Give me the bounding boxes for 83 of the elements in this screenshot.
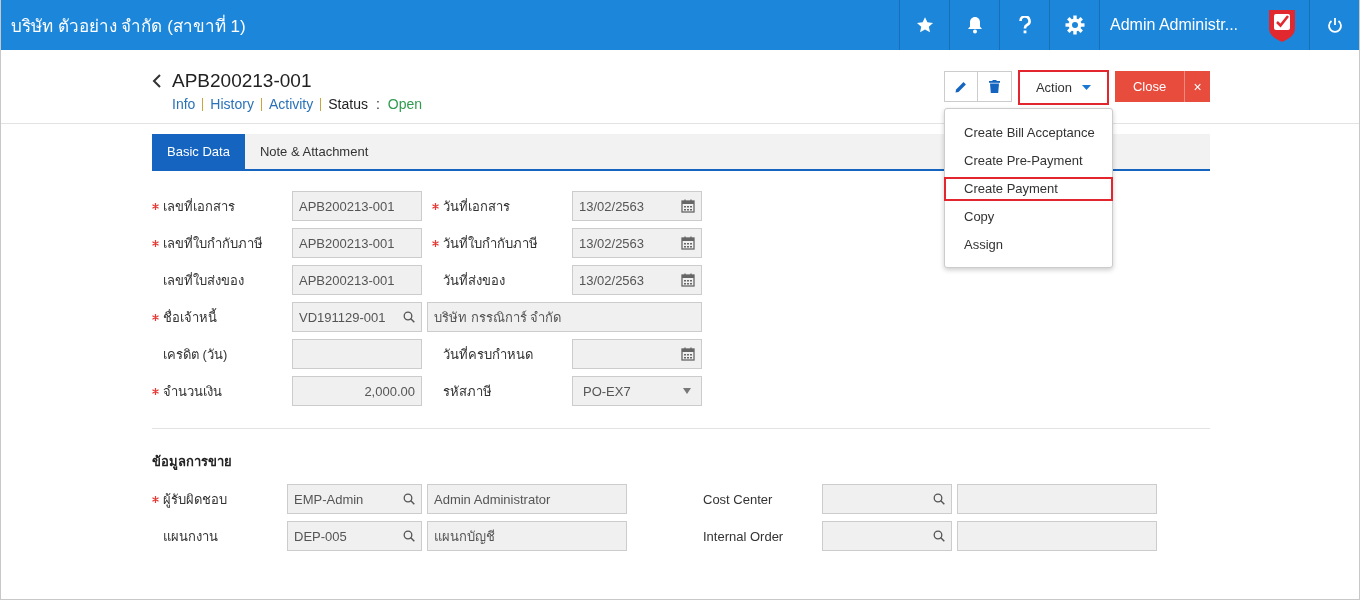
field-label: วันที่ครบกำหนด (443, 345, 533, 364)
menu-item[interactable]: Create Pre-Payment (944, 147, 1113, 175)
user-name[interactable]: Admin Administr... (1110, 16, 1239, 34)
field-label: เลขที่ใบกำกับภาษี (163, 234, 263, 253)
calendar-icon[interactable] (681, 236, 695, 250)
pencil-icon (955, 80, 967, 93)
required-icon (152, 202, 159, 210)
name-field[interactable]: บริษัท กรรณิการ์ จำกัด (427, 302, 702, 332)
field-label: วันที่เอกสาร (443, 197, 510, 216)
menu-item[interactable]: Assign (944, 231, 1113, 259)
bell-icon (966, 16, 983, 34)
field-label: Cost Center (703, 491, 773, 507)
required-icon (432, 202, 439, 210)
close-button[interactable]: Close (1115, 71, 1184, 102)
field-label: จำนวนเงิน (163, 382, 222, 401)
caret-icon (1082, 85, 1092, 90)
nav-link[interactable]: Info (172, 97, 204, 111)
field-label: ชื่อเจ้าหนี้ (163, 307, 217, 327)
text-field[interactable]: APB200213-001 (292, 265, 422, 295)
date-field[interactable] (572, 339, 702, 369)
name-field[interactable] (957, 484, 1157, 514)
back-icon[interactable] (152, 74, 162, 88)
name-field[interactable]: แผนกบัญชี (427, 521, 627, 551)
field-label: เลขที่ใบส่งของ (163, 271, 244, 290)
section-heading: ข้อมูลการขาย (152, 453, 233, 472)
status-value: Open (387, 96, 423, 112)
lookup-field[interactable]: DEP-005 (287, 521, 422, 551)
field-label: รหัสภาษี (443, 382, 492, 401)
company-title: บริษัท ตัวอย่าง จำกัด (สาขาที่ 1) (10, 13, 246, 38)
caret-icon[interactable] (683, 388, 691, 394)
tab[interactable]: Basic Data (152, 134, 245, 169)
dismiss-button[interactable]: × (1184, 71, 1210, 102)
menu-item[interactable]: Create Payment (944, 177, 1113, 201)
settings-icon (1064, 15, 1085, 35)
search-icon[interactable] (933, 493, 945, 505)
field-label: Internal Order (703, 528, 784, 544)
menu-item[interactable]: Copy (944, 203, 1113, 231)
action-button[interactable]: Action (1018, 70, 1109, 105)
date-field[interactable]: 13/02/2563 (572, 265, 702, 295)
field-label: วันที่ใบกำกับภาษี (443, 234, 538, 253)
required-icon (152, 387, 159, 395)
text-field[interactable]: APB200213-001 (292, 228, 422, 258)
required-icon (152, 495, 159, 503)
status-label: Status (328, 96, 368, 112)
document-number: APB200213-001 (172, 70, 312, 92)
required-icon (432, 239, 439, 247)
tab[interactable]: Note & Attachment (244, 134, 384, 169)
star-icon (915, 16, 934, 34)
status-separator: : (375, 96, 380, 112)
lookup-field[interactable]: VD191129-001 (292, 302, 422, 332)
lookup-field[interactable] (822, 521, 952, 551)
field-label: วันที่ส่งของ (443, 271, 505, 290)
amount-field[interactable]: 2,000.00 (292, 376, 422, 406)
menu-item[interactable]: Create Bill Acceptance (944, 119, 1113, 147)
lookup-field[interactable]: EMP-Admin (287, 484, 422, 514)
calendar-icon[interactable] (681, 347, 695, 361)
search-icon[interactable] (403, 311, 415, 323)
name-field[interactable] (957, 521, 1157, 551)
edit-button[interactable] (944, 71, 978, 102)
power-icon (1326, 17, 1343, 33)
nav-link[interactable]: Activity (268, 97, 322, 111)
field-label: ผู้รับผิดชอบ (163, 490, 227, 510)
lookup-field[interactable] (822, 484, 952, 514)
search-icon[interactable] (933, 530, 945, 542)
trash-icon (989, 80, 1000, 93)
text-field[interactable] (292, 339, 422, 369)
required-icon (152, 239, 159, 247)
field-label: แผนกงาน (163, 527, 218, 546)
field-label: เครดิต (วัน) (163, 345, 228, 364)
dropdown-field[interactable]: PO-EX7 (572, 376, 702, 406)
search-icon[interactable] (403, 493, 415, 505)
calendar-icon[interactable] (681, 199, 695, 213)
required-icon (152, 313, 159, 321)
search-icon[interactable] (403, 530, 415, 542)
text-field[interactable]: APB200213-001 (292, 191, 422, 221)
name-field[interactable]: Admin Administrator (427, 484, 627, 514)
delete-button[interactable] (978, 71, 1012, 102)
nav-link[interactable]: History (210, 97, 262, 111)
date-field[interactable]: 13/02/2563 (572, 191, 702, 221)
date-field[interactable]: 13/02/2563 (572, 228, 702, 258)
calendar-icon[interactable] (681, 273, 695, 287)
help-icon (1018, 16, 1031, 34)
field-label: เลขที่เอกสาร (163, 197, 235, 216)
